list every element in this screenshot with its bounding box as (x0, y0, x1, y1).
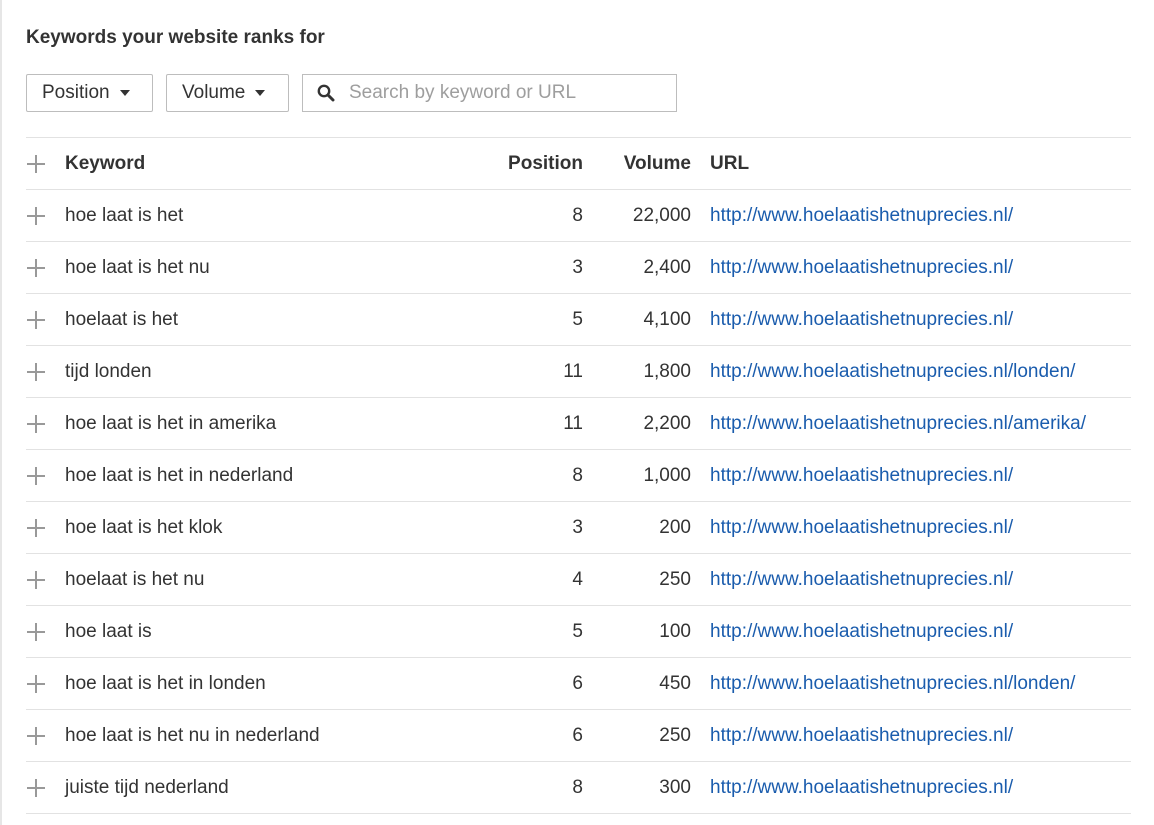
table-header-row: Keyword Position Volume URL (26, 138, 1131, 190)
table-row: hoe laat is het in amerika 11 2,200 http://… (26, 398, 1131, 450)
filter-bar: Position Volume (26, 74, 677, 112)
position-cell: 11 (563, 413, 583, 434)
column-header-url[interactable]: URL (710, 138, 749, 190)
url-link[interactable]: http://www.hoelaatishetnuprecies.nl/ (710, 294, 1013, 346)
plus-icon[interactable] (26, 710, 46, 762)
position-filter-dropdown[interactable]: Position (26, 74, 153, 112)
column-header-position[interactable]: Position (508, 138, 583, 190)
search-box (302, 74, 677, 112)
volume-cell: 250 (659, 725, 691, 746)
plus-icon[interactable] (26, 294, 46, 346)
url-link[interactable]: http://www.hoelaatishetnuprecies.nl/lond… (710, 346, 1075, 398)
search-icon (317, 84, 335, 102)
url-link[interactable]: http://www.hoelaatishetnuprecies.nl/ (710, 554, 1013, 606)
plus-icon[interactable] (26, 450, 46, 502)
url-link[interactable]: http://www.hoelaatishetnuprecies.nl/ (710, 242, 1013, 294)
url-link[interactable]: http://www.hoelaatishetnuprecies.nl/lond… (710, 658, 1075, 710)
url-link[interactable]: http://www.hoelaatishetnuprecies.nl/ (710, 190, 1013, 242)
table-row: hoe laat is het nu 3 2,400 http://www.hoela… (26, 242, 1131, 294)
table-row: hoe laat is het klok 3 200 http://www.hoela… (26, 502, 1131, 554)
keyword-cell: hoe laat is het nu (65, 257, 210, 278)
plus-icon[interactable] (26, 138, 46, 190)
plus-icon[interactable] (26, 658, 46, 710)
keyword-cell: hoe laat is (65, 621, 152, 642)
keyword-cell: hoe laat is het in londen (65, 673, 266, 694)
position-cell: 8 (572, 205, 583, 226)
volume-cell: 1,000 (643, 465, 691, 486)
volume-cell: 22,000 (632, 205, 691, 226)
keyword-cell: hoe laat is het in nederland (65, 465, 294, 486)
plus-icon[interactable] (26, 398, 46, 450)
left-border (0, 0, 2, 825)
position-cell: 8 (572, 777, 583, 798)
keywords-table: Keyword Position Volume URL hoe laat is … (26, 137, 1131, 814)
table-row: hoe laat is het in londen 6 450 http://www.… (26, 658, 1131, 710)
keyword-cell: juiste tijd nederland (65, 777, 229, 798)
keyword-cell: hoe laat is het (65, 205, 184, 226)
volume-filter-dropdown[interactable]: Volume (166, 74, 289, 112)
position-filter-label: Position (42, 82, 110, 103)
column-header-volume[interactable]: Volume (624, 138, 691, 190)
position-cell: 11 (563, 361, 583, 382)
table-row: hoelaat is het 5 4,100 http://www.hoelaatis… (26, 294, 1131, 346)
plus-icon[interactable] (26, 762, 46, 814)
plus-icon[interactable] (26, 190, 46, 242)
keyword-cell: hoe laat is het klok (65, 517, 223, 538)
table-row: hoe laat is 5 100 http://www.hoelaatishetnu… (26, 606, 1131, 658)
table-row: hoe laat is het in nederland 8 1,000 http:/… (26, 450, 1131, 502)
table-body: hoe laat is het 8 22,000 http://www.hoelaat… (26, 190, 1131, 814)
plus-icon[interactable] (26, 554, 46, 606)
volume-cell: 450 (659, 673, 691, 694)
url-link[interactable]: http://www.hoelaatishetnuprecies.nl/ (710, 762, 1013, 814)
volume-cell: 2,200 (643, 413, 691, 434)
caret-down-icon (255, 90, 266, 96)
position-cell: 3 (572, 257, 583, 278)
table-row: hoe laat is het 8 22,000 http://www.hoelaat… (26, 190, 1131, 242)
table-row: hoelaat is het nu 4 250 http://www.hoelaati… (26, 554, 1131, 606)
url-link[interactable]: http://www.hoelaatishetnuprecies.nl/ (710, 606, 1013, 658)
table-row: hoe laat is het nu in nederland 6 250 http:… (26, 710, 1131, 762)
keyword-cell: hoelaat is het nu (65, 569, 205, 590)
volume-filter-label: Volume (182, 82, 246, 103)
volume-cell: 100 (659, 621, 691, 642)
volume-cell: 250 (659, 569, 691, 590)
position-cell: 4 (572, 569, 583, 590)
volume-cell: 1,800 (643, 361, 691, 382)
url-link[interactable]: http://www.hoelaatishetnuprecies.nl/amer… (710, 398, 1086, 450)
table-row: tijd londen 11 1,800 http://www.hoelaatishe… (26, 346, 1131, 398)
url-link[interactable]: http://www.hoelaatishetnuprecies.nl/ (710, 710, 1013, 762)
plus-icon[interactable] (26, 242, 46, 294)
keyword-cell: tijd londen (65, 361, 152, 382)
url-link[interactable]: http://www.hoelaatishetnuprecies.nl/ (710, 450, 1013, 502)
keyword-cell: hoe laat is het in amerika (65, 413, 277, 434)
column-header-keyword[interactable]: Keyword (65, 138, 145, 190)
volume-cell: 300 (659, 777, 691, 798)
table-row: juiste tijd nederland 8 300 http://www.hoel… (26, 762, 1131, 814)
keyword-cell: hoe laat is het nu in nederland (65, 725, 320, 746)
position-cell: 3 (572, 517, 583, 538)
volume-cell: 4,100 (643, 309, 691, 330)
plus-icon[interactable] (26, 606, 46, 658)
position-cell: 6 (572, 673, 583, 694)
position-cell: 8 (572, 465, 583, 486)
caret-down-icon (119, 90, 130, 96)
panel-title: Keywords your website ranks for (26, 27, 325, 48)
position-cell: 5 (572, 309, 583, 330)
volume-cell: 2,400 (643, 257, 691, 278)
url-link[interactable]: http://www.hoelaatishetnuprecies.nl/ (710, 502, 1013, 554)
keyword-cell: hoelaat is het (65, 309, 179, 330)
position-cell: 5 (572, 621, 583, 642)
volume-cell: 200 (659, 517, 691, 538)
search-input[interactable] (347, 81, 661, 105)
plus-icon[interactable] (26, 346, 46, 398)
plus-icon[interactable] (26, 502, 46, 554)
position-cell: 6 (572, 725, 583, 746)
